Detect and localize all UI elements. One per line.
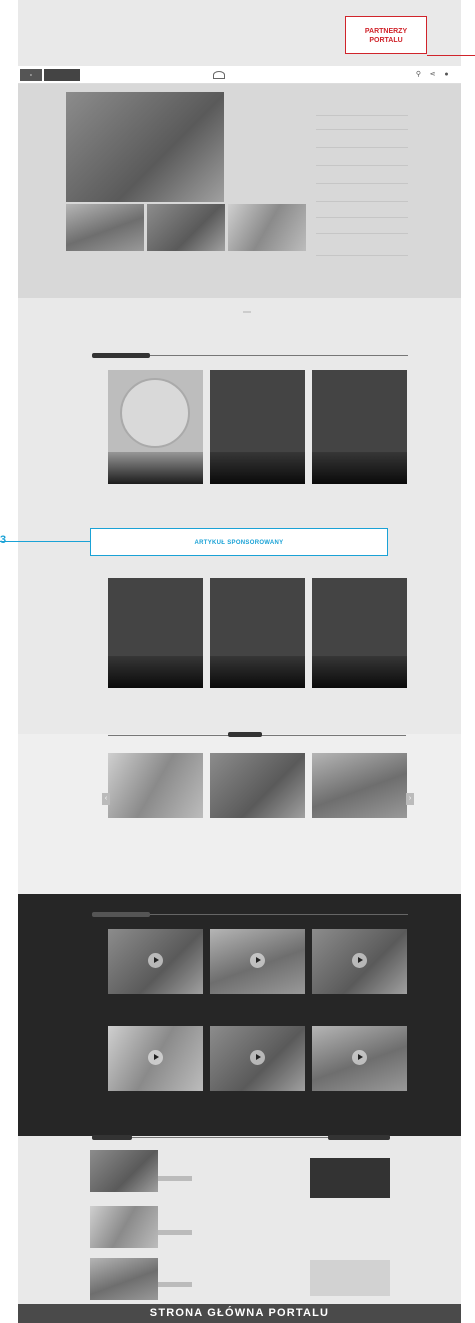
main-article-image[interactable] [66, 92, 224, 202]
sponsored-article-card[interactable] [108, 370, 203, 484]
emblem-icon [120, 378, 190, 448]
list-article-tag[interactable] [158, 1176, 192, 1181]
sidebar-news-item[interactable] [316, 224, 408, 234]
sponsored-label: ARTYKUŁ SPONSOROWANY [194, 540, 284, 546]
video-thumbnail[interactable] [108, 929, 203, 994]
play-icon[interactable] [250, 1050, 265, 1065]
callout-number: 3 [0, 534, 7, 546]
section-label [228, 732, 262, 737]
video-thumbnail[interactable] [108, 1026, 203, 1091]
partners-callout: PARTNERZY PORTALU [345, 16, 427, 54]
list-article-image[interactable] [90, 1258, 158, 1300]
section-label [92, 1135, 132, 1140]
carousel-image[interactable] [108, 753, 203, 818]
sidebar-promo-box[interactable] [310, 1260, 390, 1296]
sidebar-news-item[interactable] [316, 208, 408, 218]
article-thumb-2[interactable] [147, 204, 225, 251]
video-section [18, 894, 461, 1136]
sidebar-news-item[interactable] [316, 242, 408, 256]
article-thumb-1[interactable] [66, 204, 144, 251]
play-icon[interactable] [148, 953, 163, 968]
video-thumbnail[interactable] [312, 1026, 407, 1091]
sidebar-news-item[interactable] [316, 122, 408, 130]
sponsored-article-card[interactable] [312, 370, 407, 484]
portal-section-button[interactable] [44, 69, 80, 81]
user-icon[interactable]: ● [442, 70, 451, 79]
section-divider [150, 355, 408, 356]
play-icon[interactable] [352, 953, 367, 968]
sidebar-news-item[interactable] [316, 262, 408, 278]
portal-logo[interactable] [213, 69, 293, 82]
sidebar-news-item[interactable] [316, 190, 408, 202]
portal-page: ≡ ⚲ ⋖ ● ‹ › STRONA GŁÓWNA PORTALU [18, 0, 461, 1323]
top-navigation-bar: ≡ ⚲ ⋖ ● [18, 66, 461, 84]
list-article-tag[interactable] [158, 1282, 192, 1287]
menu-button[interactable]: ≡ [20, 69, 42, 81]
section-label [92, 912, 150, 917]
carousel-image[interactable] [210, 753, 305, 818]
search-icon[interactable]: ⚲ [414, 70, 423, 79]
carousel-next-arrow-icon[interactable]: › [406, 793, 414, 805]
play-icon[interactable] [352, 1050, 367, 1065]
sidebar-news-item[interactable] [316, 136, 408, 148]
sponsored-article-card[interactable] [312, 578, 407, 688]
play-icon[interactable] [250, 953, 265, 968]
partners-label: PARTNERZY PORTALU [364, 28, 408, 44]
carousel-prev-arrow-icon[interactable]: ‹ [102, 793, 110, 805]
list-article-tag[interactable] [158, 1230, 192, 1235]
sidebar-news-item[interactable] [316, 106, 408, 116]
list-article-image[interactable] [90, 1206, 158, 1248]
partners-callout-line [427, 55, 475, 56]
video-thumbnail[interactable] [210, 929, 305, 994]
sidebar-news-item[interactable] [316, 154, 408, 166]
sidebar-news-item[interactable] [316, 172, 408, 184]
video-thumbnail[interactable] [312, 929, 407, 994]
sponsored-article-card[interactable] [210, 578, 305, 688]
section-label [92, 353, 150, 358]
hero-section [18, 84, 461, 298]
pagination-dots[interactable] [243, 311, 251, 313]
share-icon[interactable]: ⋖ [428, 70, 437, 79]
sponsored-article-card[interactable] [210, 370, 305, 484]
page-footer-title: STRONA GŁÓWNA PORTALU [18, 1304, 461, 1323]
article-thumb-3[interactable] [228, 204, 306, 251]
play-icon[interactable] [148, 1050, 163, 1065]
sponsored-callout-line [0, 541, 90, 542]
sidebar-promo-box[interactable] [310, 1158, 390, 1198]
parliament-logo-icon [213, 71, 225, 79]
video-thumbnail[interactable] [210, 1026, 305, 1091]
section-label [328, 1135, 390, 1140]
section-divider [150, 914, 408, 915]
sponsored-article-card[interactable] [108, 578, 203, 688]
sponsored-article-callout: ARTYKUŁ SPONSOROWANY [90, 528, 388, 556]
carousel-image[interactable] [312, 753, 407, 818]
section-divider [132, 1137, 332, 1138]
list-article-image[interactable] [90, 1150, 158, 1192]
